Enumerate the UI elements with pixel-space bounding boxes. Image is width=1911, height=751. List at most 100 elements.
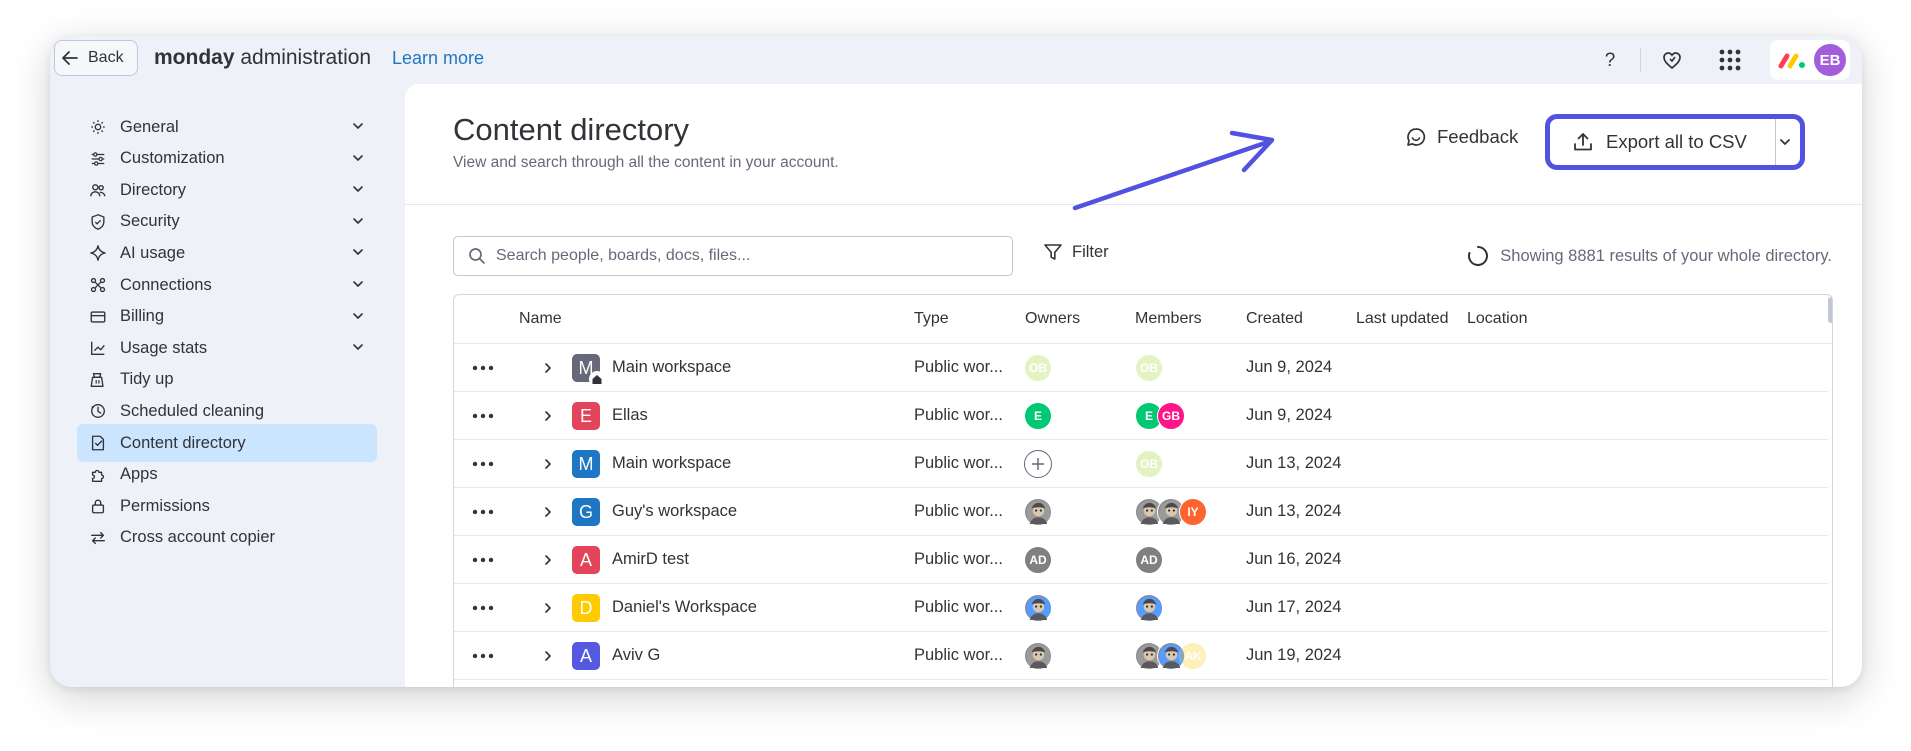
home-icon [589,371,605,387]
chevron-right-icon[interactable] [542,488,554,535]
sparkle-icon [88,243,108,263]
brand-name: monday [154,46,235,69]
clock-icon [88,401,108,421]
row-menu-icon[interactable] [472,536,494,583]
transfer-icon [88,528,108,548]
row-menu-icon[interactable] [472,584,494,631]
user-avatar[interactable]: EB [1812,42,1848,78]
results-status: Showing 8881 results of your whole direc… [1466,244,1832,268]
avatar: OB [1135,450,1163,478]
chevron-down-icon [351,119,365,138]
chart-icon [88,338,108,358]
row-menu-icon[interactable] [472,488,494,535]
sidebar-item-label: Apps [120,465,158,484]
gear-icon [88,117,108,137]
column-header-owners[interactable]: Owners [1025,295,1080,343]
card-icon [88,307,108,327]
table-row[interactable]: A Aviv G Public wor... AK Jun 19, 2024 [454,632,1828,680]
export-button-group: Export all to CSV [1545,114,1805,170]
avatar-photo [1135,594,1163,622]
row-created: Jun 13, 2024 [1246,454,1342,472]
filter-icon [1044,244,1062,260]
chevron-right-icon[interactable] [542,344,554,391]
row-menu-icon[interactable] [472,632,494,679]
app-title: monday administration [154,46,371,70]
sliders-icon [88,149,108,169]
row-menu-icon[interactable] [472,344,494,391]
help-icon[interactable]: ? [1594,44,1626,76]
sidebar-item-label: Billing [120,307,165,326]
row-name[interactable]: Main workspace [612,440,731,487]
chevron-right-icon[interactable] [542,392,554,439]
row-name[interactable]: AmirD test [612,536,689,583]
avatar: IY [1179,498,1207,526]
row-name[interactable]: Guy's workspace [612,488,737,535]
table-row[interactable]: E Ellas Public wor... E E GB Jun 9, 2024 [454,392,1828,440]
sidebar-item-label: Security [120,212,180,231]
column-header-members[interactable]: Members [1135,295,1202,343]
row-menu-icon[interactable] [472,440,494,487]
workspace-letter: G [578,501,593,522]
chevron-down-icon [351,309,365,328]
avatar-photo [1024,594,1052,622]
column-header-created[interactable]: Created [1246,295,1303,343]
sidebar-item-cross-account-copier[interactable]: Cross account copier [77,519,377,557]
add-owner-icon[interactable] [1024,450,1052,478]
chevron-down-icon [351,151,365,170]
column-header-name[interactable]: Name [519,295,562,343]
row-created: Jun 19, 2024 [1246,646,1342,664]
row-type: Public wor... [914,646,1003,664]
workspace-icon: A [572,546,600,574]
search-placeholder: Search people, boards, docs, files... [496,247,751,264]
table-row[interactable]: G Guy's workspace Public wor... IY Jun 13, 2… [454,488,1828,536]
search-input[interactable]: Search people, boards, docs, files... [453,236,1013,276]
feedback-label: Feedback [1437,126,1519,147]
avatar: OB [1024,354,1052,382]
table-row[interactable]: D Daniel's Workspace Public wor... Jun 17, … [454,584,1828,632]
learn-more-link[interactable]: Learn more [392,48,484,69]
row-created: Jun 13, 2024 [1246,502,1342,520]
feedback-button[interactable]: Feedback [1405,126,1518,148]
workspace-icon: A [572,642,600,670]
workspace-letter: A [579,645,592,666]
connections-icon [88,275,108,295]
row-menu-icon[interactable] [472,392,494,439]
table-row[interactable]: A AmirD test Public wor... AD AD Jun 16, 2024 [454,536,1828,584]
export-dropdown-button[interactable] [1770,119,1800,165]
column-header-last-updated[interactable]: Last updated [1356,295,1449,343]
lock-icon [88,496,108,516]
sidebar-item-label: Scheduled cleaning [120,401,265,420]
workspace-letter: E [579,405,592,426]
filter-button[interactable]: Filter [1043,242,1109,262]
chevron-right-icon[interactable] [542,440,554,487]
chevron-right-icon[interactable] [542,584,554,631]
row-name[interactable]: Ellas [612,392,648,439]
column-header-location[interactable]: Location [1467,295,1528,343]
content-table: Name Type Owners Members Created Last updated… [453,294,1833,687]
export-csv-button[interactable]: Export all to CSV [1550,119,1776,165]
back-button[interactable]: Back [54,40,138,76]
search-icon [469,248,485,264]
apps-grid-icon[interactable] [1714,44,1746,76]
chevron-right-icon[interactable] [542,632,554,679]
sidebar-item-label: Directory [120,180,187,199]
row-type: Public wor... [914,358,1003,376]
sidebar-item-label: Content directory [120,433,246,452]
people-icon [88,180,108,200]
row-name[interactable]: Daniel's Workspace [612,584,757,631]
heart-icon[interactable] [1656,44,1688,76]
avatar-photo [1024,498,1052,526]
chevron-right-icon[interactable] [542,536,554,583]
avatar: E [1024,402,1052,430]
row-name[interactable]: Aviv G [612,632,660,679]
chevron-down-icon [351,340,365,359]
workspace-letter: A [579,549,592,570]
row-name[interactable]: Main workspace [612,344,731,391]
puzzle-icon [88,465,108,485]
export-label: Export all to CSV [1606,131,1747,152]
table-row[interactable]: M Main workspace Public wor... OB OB Jun 9, 2… [454,344,1828,392]
table-row[interactable]: M Main workspace Public wor... OB Jun 13, 20… [454,440,1828,488]
column-header-type[interactable]: Type [914,295,949,343]
sidebar-item-label: Usage stats [120,338,208,357]
table-scrollbar[interactable] [1828,297,1832,323]
